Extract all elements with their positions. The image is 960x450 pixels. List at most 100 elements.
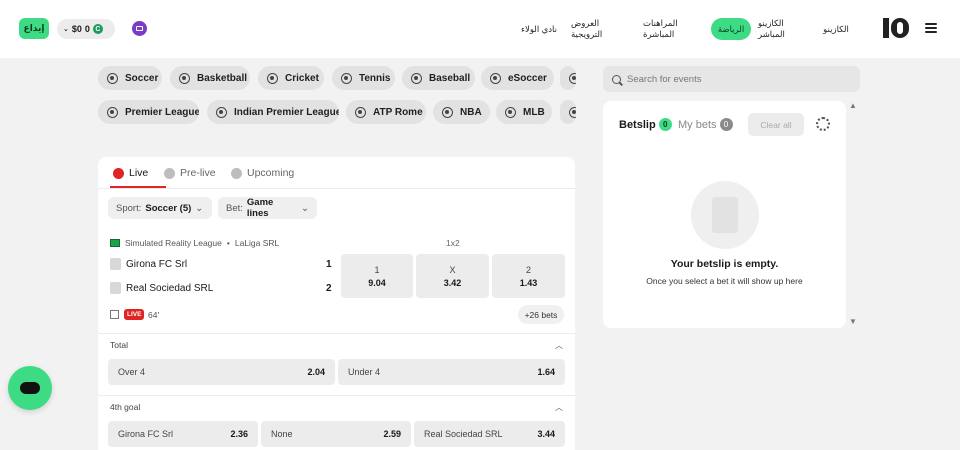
deposit-button[interactable]: إيداع <box>19 18 49 39</box>
bet-option-none[interactable]: None 2.59 <box>261 421 411 447</box>
gift-icon[interactable] <box>132 21 147 36</box>
filter-value: Soccer (5) <box>145 202 192 214</box>
divider <box>98 333 575 334</box>
league-chip-nba[interactable]: NBA <box>433 100 490 124</box>
balance-selector[interactable]: ⌄ $0 0 C <box>57 19 115 39</box>
bet-option-odds: 2.04 <box>307 367 325 377</box>
odd-label: X <box>449 264 456 275</box>
sport-chip-label: Tennis <box>359 72 391 84</box>
flag-icon <box>110 239 120 247</box>
bet-option-odds: 2.59 <box>383 429 401 439</box>
sport-chip-esoccer[interactable]: eSoccer <box>481 66 554 90</box>
chevron-up-icon[interactable]: ︿ <box>555 402 563 413</box>
count-badge: 0 <box>719 118 733 131</box>
nav-promotions[interactable]: العروض الترويجية <box>571 18 629 40</box>
sport-chip-basketball[interactable]: Basketball <box>170 66 250 90</box>
event-search[interactable]: Search for events <box>603 66 860 92</box>
league-chip-mlb[interactable]: MLB <box>496 100 552 124</box>
match-minute: 64' <box>148 310 160 320</box>
bet-option-label: Girona FC Srl <box>118 429 174 439</box>
market-group-title: 4th goal <box>110 402 141 412</box>
bet-filter-dropdown[interactable]: Bet: Game lines ⌄ <box>218 197 317 219</box>
basketball-icon <box>442 106 453 118</box>
odd-button-draw[interactable]: X 3.42 <box>416 254 489 298</box>
divider <box>98 395 575 396</box>
scroll-down-arrow[interactable]: ▼ <box>849 317 857 326</box>
bet-option-over[interactable]: Over 4 2.04 <box>108 359 335 385</box>
league-chip-more[interactable] <box>560 100 576 124</box>
sport-chip-label: Baseball <box>429 72 471 84</box>
sport-chip-label: eSoccer <box>508 72 547 84</box>
nav-loyalty[interactable]: نادي الولاء <box>520 18 558 40</box>
balance-amount: $0 <box>71 24 82 34</box>
sport-chip-soccer[interactable]: Soccer <box>98 66 162 90</box>
tab-label: My bets <box>678 118 717 131</box>
sport-chip-baseball[interactable]: Baseball <box>402 66 475 90</box>
league-chip-label: NBA <box>460 106 482 118</box>
bet-option-label: Over 4 <box>118 367 146 377</box>
bet-option-away[interactable]: Real Sociedad SRL 3.44 <box>414 421 565 447</box>
tab-live[interactable]: Live <box>113 166 148 180</box>
odd-label: 1 <box>374 264 380 275</box>
competition-name: Simulated Reality League <box>125 238 222 248</box>
stats-icon[interactable] <box>110 310 119 319</box>
league-header[interactable]: Simulated Reality League • LaLiga SRL <box>110 238 279 248</box>
nav-live-betting[interactable]: المراهنات المباشرة <box>643 18 701 40</box>
gear-icon[interactable] <box>816 117 830 131</box>
jersey-icon <box>110 282 121 294</box>
basketball-icon <box>179 72 190 84</box>
league-chip-ipl[interactable]: Indian Premier League <box>207 100 339 124</box>
live-badge: LIVE <box>124 309 145 320</box>
odd-button-away[interactable]: 2 1.43 <box>492 254 565 298</box>
odd-value: 9.04 <box>368 277 386 288</box>
more-bets-button[interactable]: +26 bets <box>518 305 564 324</box>
league-chip-atp-rome[interactable]: ATP Rome <box>346 100 426 124</box>
nav-live-casino[interactable]: الكازينو المباشر <box>758 18 812 40</box>
league-chip-label: Premier League <box>125 106 199 118</box>
baseball-icon <box>411 72 422 84</box>
tab-pre-live[interactable]: Pre-live <box>164 166 216 180</box>
bet-option-home[interactable]: Girona FC Srl 2.36 <box>108 421 258 447</box>
search-input[interactable]: Search for events <box>627 74 701 85</box>
tab-label: Pre-live <box>180 167 216 179</box>
league-chip-premier-league[interactable]: Premier League <box>98 100 199 124</box>
filter-value: Game lines <box>246 197 274 219</box>
jersey-icon <box>110 258 121 270</box>
sport-filter-dropdown[interactable]: Sport: Soccer (5) ⌄ <box>108 197 212 219</box>
away-team[interactable]: Real Sociedad SRL <box>110 282 213 294</box>
divider <box>98 188 575 189</box>
sport-chip-cricket[interactable]: Cricket <box>258 66 324 90</box>
nav-sports[interactable]: الرياضة <box>711 18 751 40</box>
tab-upcoming[interactable]: Upcoming <box>231 166 294 180</box>
hamburger-menu-icon[interactable] <box>925 23 937 33</box>
odd-button-home[interactable]: 1 9.04 <box>341 254 413 298</box>
home-team[interactable]: Girona FC Srl <box>110 258 187 270</box>
sport-chip-more[interactable] <box>560 66 576 90</box>
chevron-up-icon[interactable]: ︿ <box>555 340 563 351</box>
chat-support-button[interactable] <box>8 366 52 410</box>
team-name: Real Sociedad SRL <box>126 282 214 294</box>
soccer-icon <box>107 72 118 84</box>
tab-betslip[interactable]: Betslip 0 <box>619 118 672 131</box>
live-icon <box>113 167 124 179</box>
odd-label: 2 <box>525 264 531 275</box>
sport-chip-label: Basketball <box>197 72 248 84</box>
bet-option-label: Real Sociedad SRL <box>424 429 503 439</box>
filter-label: Sport: <box>116 202 142 214</box>
empty-betslip-title: Your betslip is empty. <box>670 258 779 270</box>
home-score: 1 <box>326 259 332 270</box>
sport-chip-tennis[interactable]: Tennis <box>332 66 395 90</box>
brand-logo[interactable]: 10 <box>882 17 910 39</box>
sport-chip-label: Cricket <box>285 72 319 84</box>
odd-value: 1.43 <box>519 277 538 288</box>
tab-my-bets[interactable]: My bets 0 <box>678 118 733 131</box>
baseball-icon <box>505 106 516 118</box>
clear-all-button[interactable]: Clear all <box>748 113 804 136</box>
nav-casino[interactable]: الكازينو <box>820 18 852 40</box>
away-score: 2 <box>326 283 332 294</box>
bet-option-under[interactable]: Under 4 1.64 <box>338 359 565 385</box>
tab-label: Live <box>129 167 149 179</box>
scroll-up-arrow[interactable]: ▲ <box>849 101 857 110</box>
league-chip-label: ATP Rome <box>373 106 423 118</box>
league-chip-label: Indian Premier League <box>234 106 339 118</box>
